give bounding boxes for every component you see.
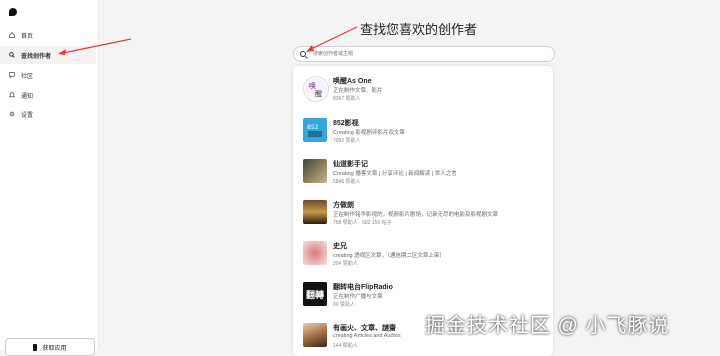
creator-patrons: 8397 赞助人 xyxy=(333,96,361,102)
chat-icon xyxy=(9,72,15,78)
creator-avatar xyxy=(303,200,327,224)
svg-text:唤: 唤 xyxy=(309,81,316,90)
annotation-arrow-search xyxy=(306,26,358,52)
page-title: 查找您喜欢的创作者 xyxy=(360,22,478,37)
creator-patrons: 144 赞助人 xyxy=(333,343,358,349)
creator-patrons: 758 赞助人 · 682 150 帖子 xyxy=(333,220,392,226)
sidebar-item-notifications[interactable]: 通知 xyxy=(0,86,96,104)
creator-avatar: 唤醒 xyxy=(303,76,329,102)
sidebar-item-label: 设置 xyxy=(21,112,34,119)
annotation-arrow-sidebar xyxy=(58,38,132,55)
creator-row[interactable]: 方做朗 正在制作铭华影视的，视频影片剧场，记录无尽的电影及影视剧文章 758 赞… xyxy=(293,190,553,230)
sidebar-item-label: 社区 xyxy=(21,73,34,80)
creator-name: 方做朗 xyxy=(333,202,354,209)
creator-avatar xyxy=(303,241,327,265)
creator-name: 唤醒As One xyxy=(333,78,372,85)
sidebar-item-label: 首页 xyxy=(21,33,34,40)
creator-desc: creating Articles and Audios xyxy=(333,333,401,339)
creator-name: 史兄 xyxy=(333,243,347,250)
get-app-label: 获取应用 xyxy=(42,345,67,352)
creator-desc: creating 透视区文章，（通信期二区文章上架） xyxy=(333,253,445,259)
creator-name: 翻转电台FlipRadio xyxy=(333,284,393,291)
creator-desc: 正在制作铭华影视的，视频影片剧场，记录无尽的电影及影视剧文章 xyxy=(333,212,499,218)
bell-icon xyxy=(9,92,15,98)
creator-row[interactable]: 852 852影视 Creating 影视剧评影片及文章 7092 赞助人 xyxy=(293,108,553,148)
creator-name: 852影视 xyxy=(333,120,359,127)
creator-avatar xyxy=(303,323,327,347)
creator-row[interactable]: 史兄 creating 透视区文章，（通信期二区文章上架） 204 赞助人 xyxy=(293,231,553,271)
gear-icon xyxy=(9,111,15,117)
creator-desc: 正在制作广播与文章 xyxy=(333,294,383,300)
creator-patrons: 5846 赞助人 xyxy=(333,179,361,185)
patreon-logo-icon[interactable] xyxy=(9,8,17,16)
creator-patrons: 204 赞助人 xyxy=(333,261,358,267)
sidebar-item-label: 通知 xyxy=(21,93,34,100)
home-icon xyxy=(9,32,15,38)
creator-desc: Creating 播客文章 | 分享评论 | 新闻解读 | 世人之言 xyxy=(333,171,457,177)
creator-desc: 正在制作文章、影片 xyxy=(333,88,383,94)
creator-name: 有画火、文章、謎齋 xyxy=(333,325,396,332)
creator-patrons: 80 赞助人 xyxy=(333,302,355,308)
sidebar-item-community[interactable]: 社区 xyxy=(0,66,96,84)
creator-avatar: 翻轉 xyxy=(303,282,327,306)
search-icon xyxy=(9,52,15,58)
svg-text:醒: 醒 xyxy=(315,90,322,98)
creator-name: 仙道影手记 xyxy=(333,161,368,168)
creator-row[interactable]: 唤醒 唤醒As One 正在制作文章、影片 8397 赞助人 xyxy=(293,66,553,106)
creator-desc: Creating 影视剧评影片及文章 xyxy=(333,130,405,136)
get-app-button[interactable]: 获取应用 xyxy=(5,338,95,356)
creator-row[interactable]: 仙道影手记 Creating 播客文章 | 分享评论 | 新闻解读 | 世人之言… xyxy=(293,149,553,189)
creator-patrons: 7092 赞助人 xyxy=(333,138,361,144)
watermark: 掘金技术社区 @ 小飞豚说 xyxy=(425,315,670,337)
creator-row[interactable]: 翻轉 翻转电台FlipRadio 正在制作广播与文章 80 赞助人 xyxy=(293,272,553,312)
phone-icon xyxy=(33,343,38,351)
svg-text:852: 852 xyxy=(307,124,319,131)
svg-text:翻轉: 翻轉 xyxy=(306,289,324,301)
creator-avatar: 852 xyxy=(303,118,327,142)
creator-avatar xyxy=(303,159,327,183)
sidebar-item-settings[interactable]: 设置 xyxy=(0,105,96,123)
sidebar-item-label: 查找创作者 xyxy=(21,53,52,60)
